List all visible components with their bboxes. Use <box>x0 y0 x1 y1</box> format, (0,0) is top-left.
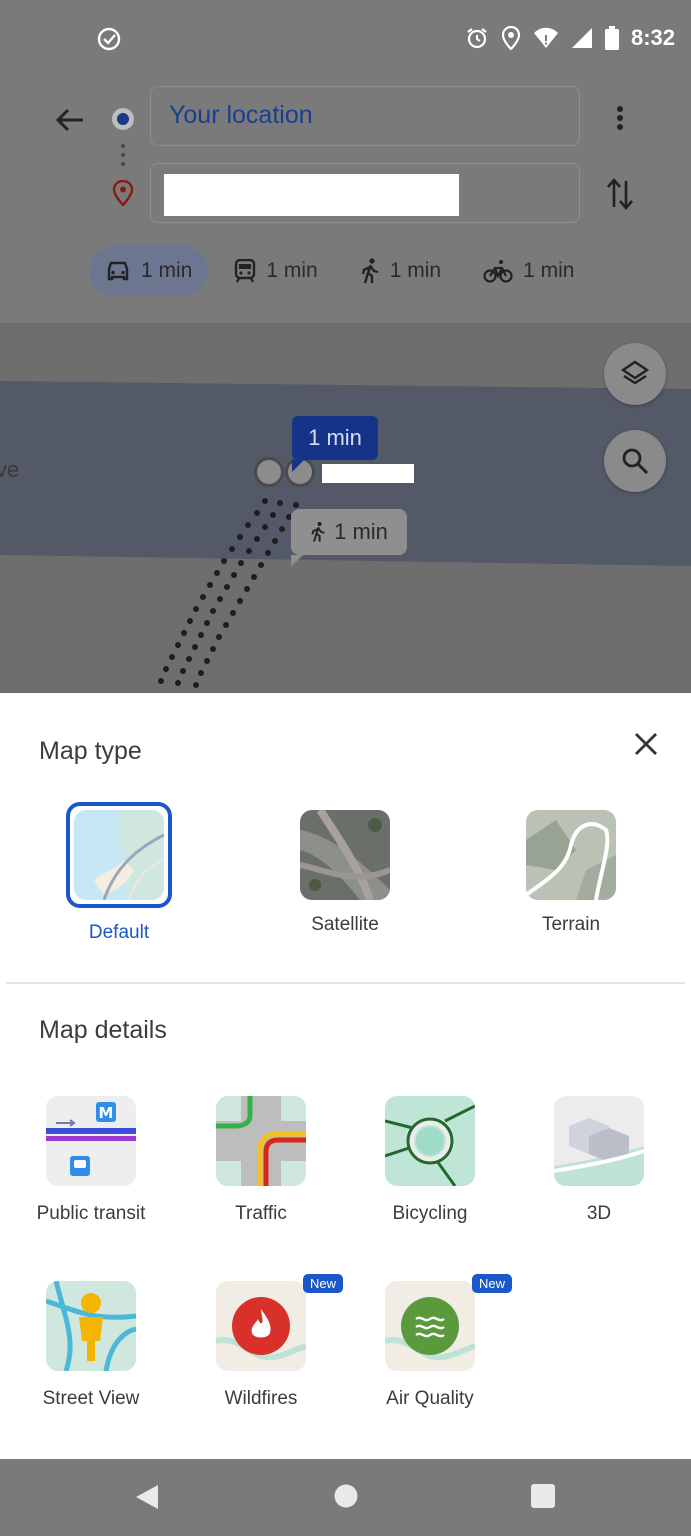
svg-text:M: M <box>99 1104 114 1122</box>
origin-dot-icon <box>112 108 134 130</box>
detail-public-transit[interactable]: M Public transit <box>16 1096 166 1225</box>
task-done-icon <box>97 27 121 51</box>
map-type-title: Map type <box>39 737 142 765</box>
transit-icon <box>235 259 256 283</box>
map-view[interactable]: ve 1 min 1 min <box>0 323 691 693</box>
swap-vert-icon <box>607 178 633 210</box>
drive-eta-text: 1 min <box>308 425 362 450</box>
terrain-map-thumbnail <box>526 810 616 900</box>
detail-traffic-label: Traffic <box>235 1203 287 1224</box>
map-drawing <box>0 381 691 688</box>
map-search-button[interactable] <box>604 430 666 492</box>
map-type-terrain-label: Terrain <box>541 914 601 935</box>
traffic-thumbnail <box>216 1096 306 1186</box>
walk-icon <box>311 521 325 542</box>
swap-button[interactable] <box>600 172 640 216</box>
detail-street-view[interactable]: Street View <box>16 1281 166 1410</box>
selected-frame <box>66 802 172 908</box>
detail-bicycling-label: Bicycling <box>392 1203 468 1224</box>
map-street-label: ve <box>0 457 20 482</box>
destination-redaction <box>164 174 459 216</box>
car-icon <box>107 261 129 281</box>
detail-3d-label: 3D <box>586 1203 612 1224</box>
mode-bike-label: 1 min <box>523 259 575 282</box>
mode-walk-label: 1 min <box>389 259 442 282</box>
wildfires-thumbnail <box>216 1281 306 1371</box>
close-icon <box>635 733 657 755</box>
nav-recents-icon[interactable] <box>530 1483 556 1509</box>
origin-text: Your location <box>169 101 313 129</box>
detail-air-quality-label: Air Quality <box>386 1388 474 1409</box>
layers-icon <box>620 360 650 385</box>
destination-pin-icon <box>112 180 134 206</box>
detail-bicycling[interactable]: Bicycling <box>355 1096 505 1225</box>
new-badge: New <box>471 1274 512 1293</box>
satellite-map-thumbnail <box>300 810 390 900</box>
map-type-satellite[interactable]: Satellite <box>265 810 425 936</box>
drive-eta-bubble[interactable]: 1 min <box>292 416 378 472</box>
detail-air-quality[interactable]: New Air Quality <box>355 1274 512 1410</box>
mode-walk[interactable]: 1 min <box>344 246 457 296</box>
detail-traffic[interactable]: Traffic <box>186 1096 336 1225</box>
detail-wildfires[interactable]: New Wildfires <box>186 1274 343 1410</box>
background-app: 8:32 Your location 1 min 1 min 1 min 1 m… <box>0 0 691 693</box>
walk-eta-bubble[interactable]: 1 min <box>291 509 407 567</box>
detail-3d[interactable]: 3D <box>524 1096 674 1225</box>
section-divider <box>6 982 685 984</box>
street-view-thumbnail <box>46 1281 136 1371</box>
status-bar: 8:32 <box>0 0 691 74</box>
alarm-icon <box>467 28 487 49</box>
search-icon <box>622 448 649 475</box>
route-connector-dots <box>121 144 125 170</box>
mode-transit[interactable]: 1 min <box>218 246 333 296</box>
location-icon <box>501 26 521 50</box>
wifi-icon <box>533 27 558 48</box>
mode-bike[interactable]: 1 min <box>467 246 590 296</box>
bike-icon <box>483 260 513 283</box>
3d-thumbnail <box>554 1096 644 1186</box>
bicycling-thumbnail <box>385 1096 475 1186</box>
map-details-title: Map details <box>39 1016 167 1044</box>
directions-header: Your location 1 min 1 min 1 min 1 min <box>0 74 691 323</box>
detail-street-view-label: Street View <box>42 1388 140 1409</box>
signal-icon <box>571 28 592 48</box>
layers-button[interactable] <box>604 343 666 405</box>
route-start-marker <box>254 457 284 487</box>
new-badge: New <box>302 1274 343 1293</box>
back-button[interactable] <box>50 100 90 140</box>
destination-field[interactable] <box>150 163 580 223</box>
place-label-redaction <box>322 464 414 483</box>
default-map-thumbnail <box>74 810 164 900</box>
map-type-default[interactable]: Default <box>39 802 199 944</box>
mode-drive[interactable]: 1 min <box>89 246 209 296</box>
map-type-terrain[interactable]: Terrain <box>491 810 651 936</box>
close-button[interactable] <box>628 726 664 762</box>
battery-icon <box>604 26 619 50</box>
map-type-default-label: Default <box>88 922 150 943</box>
map-type-sheet: Map type Default Satellite Terrain Map d… <box>0 693 691 1459</box>
more-vert-icon <box>617 106 623 130</box>
map-type-satellite-label: Satellite <box>311 914 379 935</box>
clock-time: 8:32 <box>630 25 675 50</box>
mode-transit-label: 1 min <box>266 259 318 282</box>
public-transit-thumbnail: M <box>46 1096 136 1186</box>
air-quality-thumbnail <box>385 1281 475 1371</box>
system-nav-bar <box>0 1459 691 1536</box>
detail-wildfires-label: Wildfires <box>224 1388 298 1409</box>
origin-field[interactable]: Your location <box>150 86 580 146</box>
nav-back-icon[interactable] <box>134 1483 160 1511</box>
detail-public-transit-label: Public transit <box>36 1203 146 1224</box>
more-options-button[interactable] <box>602 100 638 136</box>
walk-eta-text: 1 min <box>334 519 388 544</box>
mode-drive-label: 1 min <box>141 259 193 282</box>
travel-modes: 1 min 1 min 1 min 1 min <box>89 246 600 296</box>
walk-icon <box>361 258 379 284</box>
arrow-left-icon <box>55 108 83 132</box>
nav-home-icon[interactable] <box>333 1483 359 1509</box>
